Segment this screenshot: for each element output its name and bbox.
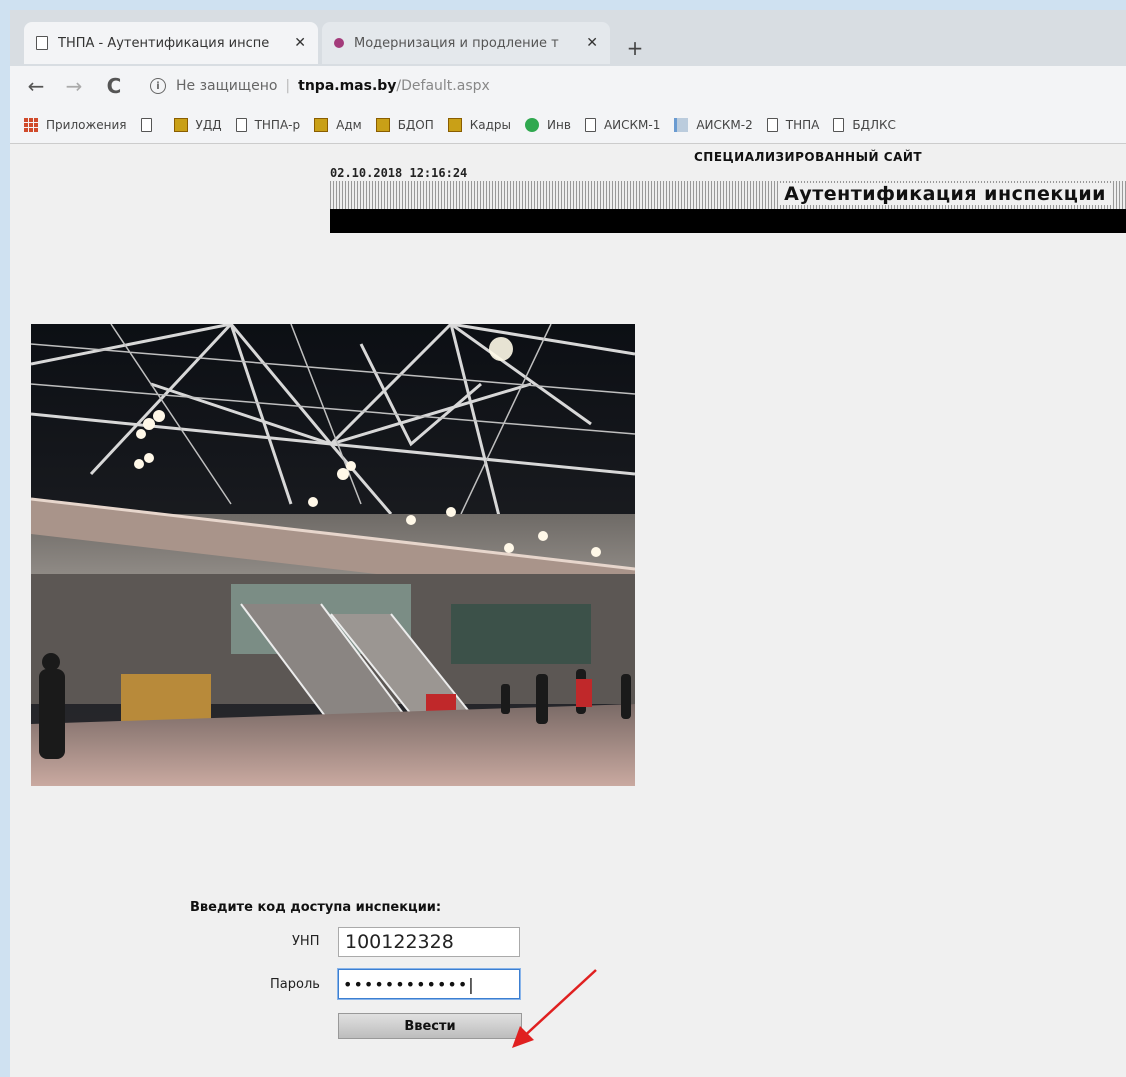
bookmark-label: ТНПА-р (254, 117, 301, 132)
page-icon (584, 117, 596, 132)
password-label: Пароль (270, 977, 320, 992)
info-icon[interactable]: i (150, 78, 166, 94)
submit-button[interactable]: Ввести (338, 1013, 522, 1039)
unp-label: УНП (292, 934, 320, 949)
tab-authentication[interactable]: ТНПА - Аутентификация инспе ✕ (24, 22, 318, 64)
bookmark-label: УДД (195, 117, 222, 132)
new-tab-button[interactable]: + (622, 36, 648, 60)
bookmark-bdop[interactable]: БДОП (375, 117, 434, 132)
page-icon (235, 117, 247, 132)
browser-toolbar: ← → C i Не защищено | tnpa.mas.by /Defau… (10, 66, 1126, 106)
bookmarks-bar: Приложения УДД ТНПА-р Адм БДОП Кадры Инв… (10, 106, 1126, 144)
bookmark-page[interactable] (140, 117, 160, 132)
password-value: ••••••••••••| (343, 974, 475, 994)
password-input[interactable]: ••••••••••••| (338, 969, 520, 999)
bookmark-label: ТНПА (785, 117, 820, 132)
slide-frame-left (0, 0, 10, 1077)
security-status: Не защищено (176, 78, 278, 94)
bookmark-tnpa-r[interactable]: ТНПА-р (235, 117, 301, 132)
tab-label: ТНПА - Аутентификация инспе (58, 35, 270, 51)
emblem-icon (447, 117, 462, 132)
reload-button[interactable]: C (100, 72, 128, 100)
forward-button[interactable]: → (60, 72, 88, 100)
apps-icon (24, 117, 38, 132)
bookmark-label: БДОП (397, 117, 434, 132)
bookmark-udd[interactable]: УДД (173, 117, 222, 132)
unp-input[interactable]: 100122328 (338, 927, 520, 957)
header-bar: Аутентификация инспекции (330, 181, 1126, 209)
bookmark-label: БДЛКС (852, 117, 896, 132)
bookmark-aiskm-1[interactable]: АИСКМ-1 (584, 117, 661, 132)
page-icon (36, 36, 48, 50)
bookmark-adm[interactable]: Адм (314, 117, 362, 132)
bookmark-apps[interactable]: Приложения (24, 117, 127, 132)
bookmark-kadry[interactable]: Кадры (447, 117, 512, 132)
bookmark-aiskm-2[interactable]: АИСКМ-2 (674, 117, 753, 132)
bookmark-tnpa[interactable]: ТНПА (766, 117, 820, 132)
page-icon (766, 117, 778, 132)
terminal-hall-photo (31, 324, 635, 786)
page-content: СПЕЦИАЛИЗИРОВАННЫЙ САЙТ 02.10.2018 12:16… (10, 144, 1126, 1077)
url-host: tnpa.mas.by (298, 78, 397, 94)
bookmark-label: Инв (547, 117, 571, 132)
annotation-arrow-icon (512, 969, 597, 1048)
tab-strip: ТНПА - Аутентификация инспе ✕ Модернизац… (10, 10, 1126, 66)
address-bar[interactable]: i Не защищено | tnpa.mas.by /Default.asp… (150, 71, 1126, 101)
emblem-icon (314, 117, 329, 132)
form-heading: Введите код доступа инспекции: (190, 900, 442, 915)
back-button[interactable]: ← (22, 72, 50, 100)
bookmark-label: АИСКМ-1 (603, 117, 661, 132)
emblem-icon (375, 117, 390, 132)
bookmark-label: Адм (336, 117, 362, 132)
favicon-icon (334, 38, 344, 48)
emblem-icon (173, 117, 188, 132)
page-icon (833, 117, 845, 132)
site-title: СПЕЦИАЛИЗИРОВАННЫЙ САЙТ (694, 150, 923, 164)
globe-icon (525, 117, 540, 132)
header-black-bar (330, 209, 1126, 233)
bookmark-label: Приложения (46, 117, 127, 132)
unp-value: 100122328 (345, 931, 454, 953)
tab-label: Модернизация и продление т (354, 35, 559, 51)
tab-modernization[interactable]: Модернизация и продление т ✕ (322, 22, 610, 64)
page-title: Аутентификация инспекции (778, 183, 1112, 205)
url-path: /Default.aspx (396, 78, 490, 94)
bookmark-label: Кадры (469, 117, 512, 132)
page-icon (140, 117, 152, 132)
bookmark-label: АИСКМ-2 (696, 117, 753, 132)
close-icon[interactable]: ✕ (586, 35, 598, 51)
bar-icon (674, 117, 689, 132)
close-icon[interactable]: ✕ (294, 35, 306, 51)
bookmark-inv[interactable]: Инв (525, 117, 571, 132)
address-separator: | (285, 78, 291, 94)
slide-frame-top (0, 0, 1126, 10)
bookmark-bdlks[interactable]: БДЛКС (833, 117, 896, 132)
datetime-stamp: 02.10.2018 12:16:24 (330, 166, 468, 180)
